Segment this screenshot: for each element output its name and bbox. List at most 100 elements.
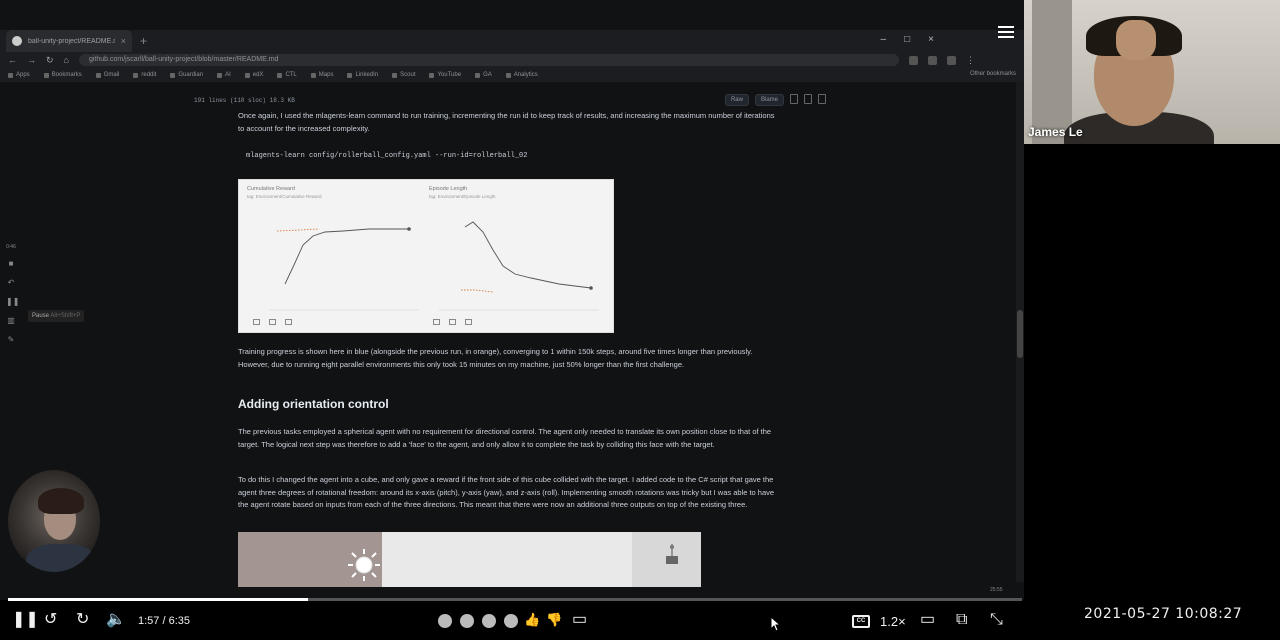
- new-tab-icon[interactable]: +: [140, 34, 147, 48]
- bookmark-item[interactable]: Bookmarks: [43, 72, 82, 78]
- stop-icon[interactable]: ■: [6, 259, 16, 269]
- undo-icon[interactable]: ↶: [6, 278, 16, 288]
- file-info: 191 lines (110 sloc) 18.3 KB: [194, 96, 295, 104]
- bookmark-label: AI: [225, 72, 231, 78]
- browser-tab[interactable]: ball-unity-project/README.md ×: [6, 30, 132, 52]
- bookmark-label: LinkedIn: [355, 72, 379, 78]
- scene-image: [238, 532, 701, 587]
- menu-icon[interactable]: ⋮: [966, 55, 975, 66]
- bookmark-item[interactable]: AI: [217, 72, 231, 78]
- bookmark-icon: [170, 72, 176, 78]
- bookmark-icon: [95, 72, 101, 78]
- close-window-icon[interactable]: ×: [928, 34, 934, 45]
- url-field[interactable]: github.com/jscarll/ball-unity-project/bl…: [78, 54, 899, 66]
- pause-button[interactable]: ❚❚: [12, 612, 39, 628]
- extension-icon[interactable]: [908, 55, 918, 65]
- reaction-icon[interactable]: [460, 614, 474, 628]
- pen-icon[interactable]: ✎: [6, 335, 16, 345]
- maximize-icon[interactable]: □: [904, 34, 910, 45]
- screen: ball-unity-project/README.md × + – □ × ←…: [0, 0, 1280, 640]
- expand-icon[interactable]: [433, 319, 440, 325]
- bookmark-label: GA: [483, 72, 492, 78]
- data-icon[interactable]: [449, 319, 456, 325]
- browser-window: ball-unity-project/README.md × + – □ × ←…: [0, 0, 1024, 600]
- bookmark-icon: [392, 72, 398, 78]
- bookmark-item[interactable]: Guardian: [170, 72, 203, 78]
- theater-icon[interactable]: ▭: [920, 612, 935, 628]
- github-icon: [12, 36, 22, 46]
- light-icon: [348, 549, 380, 581]
- fit-icon[interactable]: [465, 319, 472, 325]
- reaction-icon[interactable]: [438, 614, 452, 628]
- data-icon[interactable]: [269, 319, 276, 325]
- reaction-icon[interactable]: [504, 614, 518, 628]
- delete-icon[interactable]: [818, 94, 826, 104]
- presenter-webcam: [8, 470, 100, 572]
- bookmark-item[interactable]: Scout: [392, 72, 415, 78]
- bookmark-icon: [310, 72, 316, 78]
- reaction-icon[interactable]: [482, 614, 496, 628]
- profile-icon[interactable]: [946, 55, 956, 65]
- video-progress-fill: [8, 598, 309, 601]
- rewind-icon[interactable]: ↺: [44, 612, 57, 628]
- home-icon[interactable]: ⌂: [64, 55, 69, 65]
- video-progress-bar[interactable]: [8, 598, 1022, 601]
- paragraph: The previous tasks employed a spherical …: [238, 427, 772, 449]
- bookmark-label: Analytics: [513, 72, 538, 78]
- bookmark-icon: [429, 72, 435, 78]
- reload-icon[interactable]: ↻: [46, 55, 54, 66]
- bookmark-item[interactable]: CTL: [277, 72, 297, 78]
- bookmark-item[interactable]: Apps: [8, 72, 30, 78]
- thumbs-down-icon[interactable]: 👎: [546, 612, 562, 628]
- bookmark-item[interactable]: GA: [475, 72, 492, 78]
- extension-icon[interactable]: [927, 55, 937, 65]
- recording-timer: 0:46: [6, 244, 16, 250]
- scene-panel: [382, 532, 632, 587]
- blame-button[interactable]: Blame: [754, 94, 784, 106]
- section-heading: Adding orientation control: [238, 397, 389, 411]
- minimize-icon[interactable]: –: [881, 34, 887, 45]
- expand-icon[interactable]: [253, 319, 260, 325]
- fit-icon[interactable]: [285, 319, 292, 325]
- other-bookmarks[interactable]: Other bookmarks: [970, 71, 1016, 77]
- close-tab-icon[interactable]: ×: [121, 36, 126, 46]
- participant-name: James Le: [1028, 125, 1083, 139]
- trash-icon[interactable]: ▥: [6, 316, 16, 326]
- captions-button[interactable]: CC: [852, 615, 870, 628]
- playback-speed[interactable]: 1.2×: [880, 614, 906, 629]
- pip-icon[interactable]: ⧉: [956, 612, 967, 628]
- annotation-toolbar: 0:46 ■ ↶ ❚❚ ▥ ✎: [2, 244, 20, 345]
- paragraph: Once again, I used the mlagents-learn co…: [238, 111, 775, 133]
- pause-icon[interactable]: ❚❚: [6, 297, 19, 307]
- exit-fullscreen-icon[interactable]: ⤡: [990, 612, 1003, 628]
- bookmark-item[interactable]: edX: [244, 72, 263, 78]
- bookmark-item[interactable]: YouTube: [429, 72, 461, 78]
- bookmark-icon: [133, 72, 139, 78]
- bookmark-item[interactable]: Maps: [310, 72, 333, 78]
- hamburger-menu-icon[interactable]: [998, 26, 1014, 38]
- bookmark-item[interactable]: Analytics: [505, 72, 538, 78]
- forward-icon[interactable]: ↻: [76, 612, 89, 628]
- reward-end-point: [407, 227, 411, 231]
- back-icon[interactable]: ←: [8, 55, 17, 65]
- tab-title: ball-unity-project/README.md: [28, 37, 115, 45]
- bookmark-label: YouTube: [437, 72, 462, 78]
- edit-icon[interactable]: [804, 94, 812, 104]
- bookmark-item[interactable]: LinkedIn: [347, 72, 378, 78]
- comment-icon[interactable]: ▭: [572, 612, 587, 628]
- length-curve-blue: [464, 221, 592, 289]
- bookmark-label: Apps: [16, 72, 30, 78]
- volume-icon[interactable]: 🔈: [106, 612, 126, 628]
- scroll-time: 25:55: [990, 587, 1003, 593]
- thumbs-up-icon[interactable]: 👍: [524, 612, 540, 628]
- scrollbar-thumb[interactable]: [1017, 310, 1023, 358]
- bookmark-icon: [244, 72, 250, 78]
- bookmarks-bar: Apps Bookmarks Gmail reddit Guardian AI edX CTL…: [0, 68, 1024, 82]
- file-header: 191 lines (110 sloc) 18.3 KB Raw Blame: [186, 92, 826, 108]
- forward-icon[interactable]: →: [27, 55, 36, 65]
- raw-button[interactable]: Raw: [724, 94, 749, 106]
- bookmark-item[interactable]: reddit: [133, 72, 156, 78]
- address-bar: ← → ↻ ⌂ github.com/jscarll/ball-unity-pr…: [0, 52, 1024, 68]
- desktop-icon[interactable]: [790, 94, 798, 104]
- bookmark-item[interactable]: Gmail: [95, 72, 119, 78]
